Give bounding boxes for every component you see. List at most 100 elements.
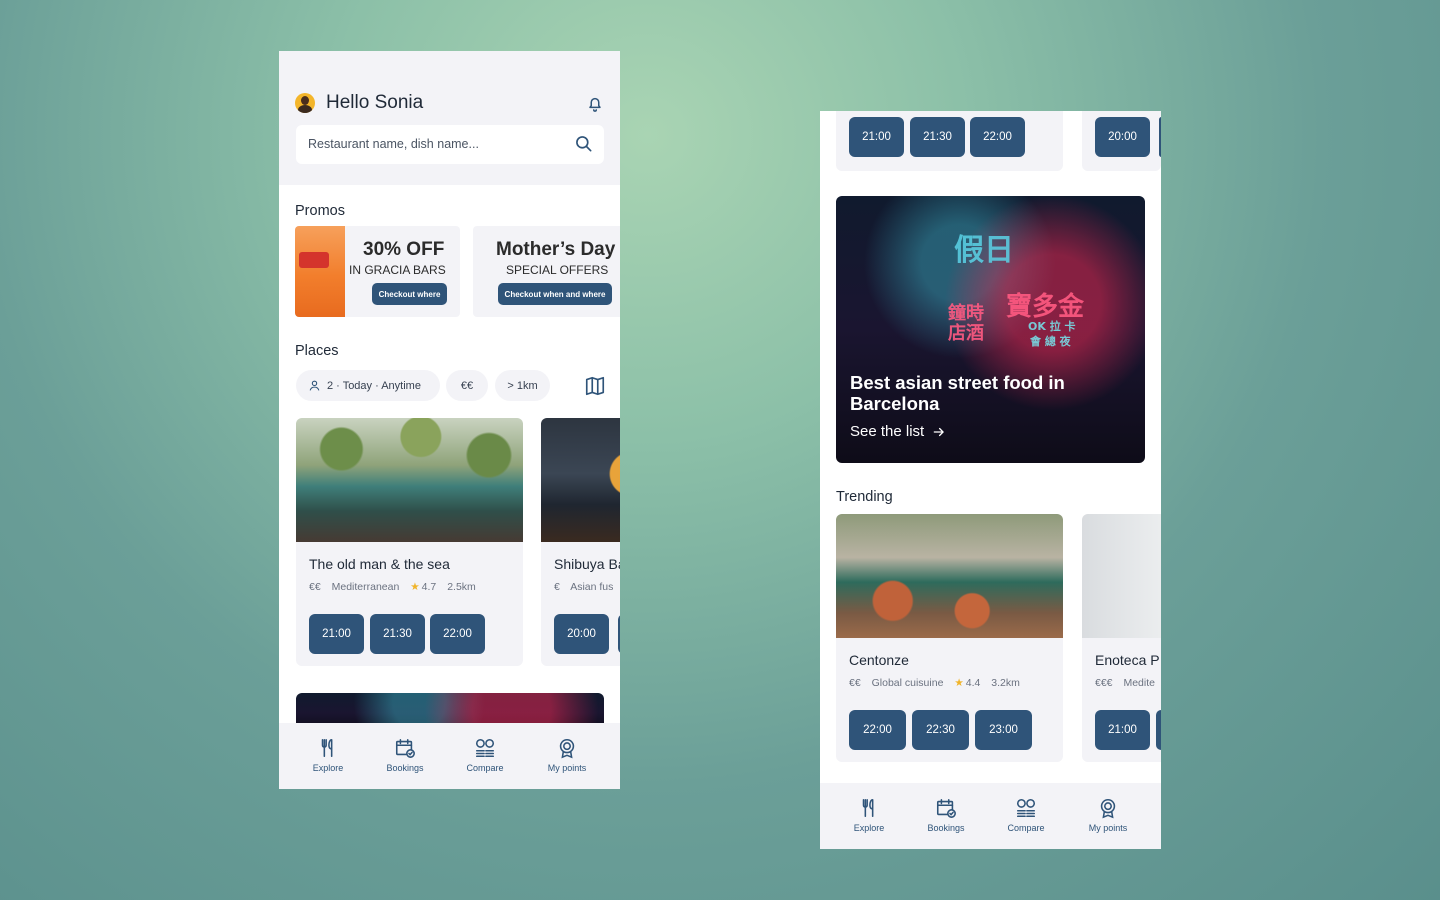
- neon-sign: OK 拉 卡: [1028, 320, 1076, 333]
- time-slot-button[interactable]: [1159, 117, 1161, 157]
- nav-points[interactable]: My points: [1078, 797, 1138, 833]
- fork-knife-icon: [321, 738, 333, 758]
- time-slot-button[interactable]: 22:30: [912, 710, 969, 750]
- time-slot-button[interactable]: 22:00: [849, 710, 906, 750]
- bottom-nav: Explore Bookings Compare My points: [279, 723, 620, 789]
- nav-compare[interactable]: Compare: [455, 737, 515, 773]
- restaurant-card[interactable]: Centonze €€ Global cuisuine ★ 4.4 3.2km 2…: [836, 514, 1063, 762]
- header: Hello Sonia Restaurant name, dish name..…: [279, 51, 620, 185]
- price-level: €: [554, 581, 560, 593]
- neon-sign: 會 總 夜: [1030, 335, 1071, 348]
- promo-card[interactable]: 30% OFF IN GRACIA BARS Checkout where: [295, 226, 460, 317]
- award-icon: [559, 738, 575, 759]
- explore-screen: Hello Sonia Restaurant name, dish name..…: [279, 51, 620, 789]
- nav-bookings[interactable]: Bookings: [916, 797, 976, 833]
- restaurant-meta: €€ Global cuisuine ★ 4.4 3.2km: [849, 677, 1028, 689]
- time-slot-button[interactable]: 22:00: [970, 117, 1025, 157]
- promo-subtitle: IN GRACIA BARS: [349, 263, 446, 277]
- restaurant-name: Centonze: [849, 652, 909, 668]
- promo-checkout-button[interactable]: Checkout where: [372, 283, 447, 305]
- restaurant-name: The old man & the sea: [309, 556, 450, 572]
- neon-sign: 店酒: [948, 323, 984, 344]
- distance-filter[interactable]: > 1km: [495, 370, 550, 401]
- promos-title: Promos: [295, 203, 345, 219]
- time-slot-button[interactable]: 21:00: [1095, 710, 1150, 750]
- promo-subtitle: SPECIAL OFFERS: [506, 263, 609, 277]
- nav-label: My points: [547, 763, 587, 773]
- arrow-right-icon: [933, 427, 945, 436]
- cuisine: Medite: [1123, 677, 1155, 689]
- nav-explore[interactable]: Explore: [839, 797, 899, 833]
- scrolled-content: 假日 鐘時 店酒 寶多金 OK 拉 卡 會 總 夜 Best asian str…: [820, 183, 1161, 783]
- see-list-link[interactable]: See the list: [850, 423, 946, 440]
- price-filter[interactable]: €€: [446, 370, 488, 401]
- nav-points[interactable]: My points: [537, 737, 597, 773]
- party-date-filter[interactable]: 2 · Today · Anytime: [296, 370, 440, 401]
- calendar-check-icon: [936, 798, 956, 818]
- restaurant-card[interactable]: 20:00: [1082, 111, 1161, 171]
- distance: 2.5km: [447, 581, 476, 593]
- see-list-label: See the list: [850, 423, 925, 440]
- nav-label: Explore: [853, 823, 885, 833]
- map-icon[interactable]: [584, 375, 606, 397]
- restaurant-card[interactable]: 21:00 21:30 22:00: [836, 111, 1063, 171]
- nav-label: Compare: [466, 763, 504, 773]
- nav-compare[interactable]: Compare: [996, 797, 1056, 833]
- rating: 4.4: [965, 677, 981, 689]
- cuisine: Asian fus: [570, 581, 614, 593]
- greeting: Hello Sonia: [326, 92, 424, 113]
- restaurant-photo: [296, 418, 523, 542]
- price-level: €€: [849, 677, 861, 689]
- explore-screen-scrolled: 21:00 21:30 22:00 20:00 假日 鐘時 店酒 寶多金 OK …: [820, 111, 1161, 849]
- time-slot-button[interactable]: 21:30: [910, 117, 965, 157]
- feature-card[interactable]: 假日 鐘時 店酒 寶多金 OK 拉 卡 會 總 夜 Best asian str…: [836, 196, 1145, 463]
- promo-card[interactable]: Mother’s Day SPECIAL OFFERS Checkout whe…: [473, 226, 620, 317]
- bottom-nav: Explore Bookings Compare My points: [820, 783, 1161, 849]
- nav-bookings[interactable]: Bookings: [375, 737, 435, 773]
- time-slot-button[interactable]: [618, 614, 620, 654]
- restaurant-photo: [541, 418, 620, 542]
- time-slot-button[interactable]: 21:00: [849, 117, 904, 157]
- search-input[interactable]: Restaurant name, dish name...: [296, 125, 604, 164]
- star-icon: ★: [410, 581, 420, 593]
- places-title: Places: [295, 343, 339, 359]
- promo-checkout-button[interactable]: Checkout when and where: [498, 283, 612, 305]
- time-slot-button[interactable]: 23:00: [975, 710, 1032, 750]
- person-icon: [309, 380, 320, 391]
- time-slot-button[interactable]: 22:00: [430, 614, 485, 654]
- restaurant-meta: € Asian fus: [554, 581, 620, 593]
- previous-cards-strip: 21:00 21:30 22:00 20:00: [820, 111, 1161, 183]
- user-avatar[interactable]: [295, 93, 315, 113]
- nav-explore[interactable]: Explore: [298, 737, 358, 773]
- cuisine: Mediterranean: [331, 581, 400, 593]
- neon-sign: 假日: [954, 233, 1014, 268]
- compare-icon: [475, 738, 495, 758]
- time-slot-button[interactable]: 20:00: [1095, 117, 1150, 157]
- nav-label: Explore: [312, 763, 344, 773]
- time-slot-button[interactable]: 21:30: [370, 614, 425, 654]
- compare-icon: [1016, 798, 1036, 818]
- award-icon: [1100, 798, 1116, 819]
- search-icon[interactable]: [574, 134, 594, 154]
- rating: 4.7: [421, 581, 437, 593]
- price-level: €€: [309, 581, 321, 593]
- trending-title: Trending: [836, 489, 893, 505]
- distance: 3.2km: [991, 677, 1020, 689]
- time-slot-button[interactable]: 20:00: [554, 614, 609, 654]
- nav-label: Compare: [1007, 823, 1045, 833]
- bell-icon[interactable]: [585, 94, 605, 114]
- restaurant-card[interactable]: Shibuya Ba € Asian fus 20:00: [541, 418, 620, 666]
- time-slot-button[interactable]: 21:00: [309, 614, 364, 654]
- price-level: €€€: [1095, 677, 1113, 689]
- star-icon: ★: [954, 677, 964, 689]
- feature-title: Best asian street food in Barcelona: [850, 372, 1065, 414]
- cuisine: Global cuisuine: [871, 677, 944, 689]
- time-slot-button[interactable]: [1156, 710, 1161, 750]
- restaurant-card[interactable]: The old man & the sea €€ Mediterranean ★…: [296, 418, 523, 666]
- calendar-check-icon: [395, 738, 415, 758]
- nav-label: Bookings: [386, 763, 424, 773]
- promo-title: Mother’s Day: [496, 239, 616, 260]
- restaurant-card[interactable]: Enoteca P €€€ Medite 21:00: [1082, 514, 1161, 762]
- nav-label: Bookings: [927, 823, 965, 833]
- promo-title: 30% OFF: [363, 239, 445, 260]
